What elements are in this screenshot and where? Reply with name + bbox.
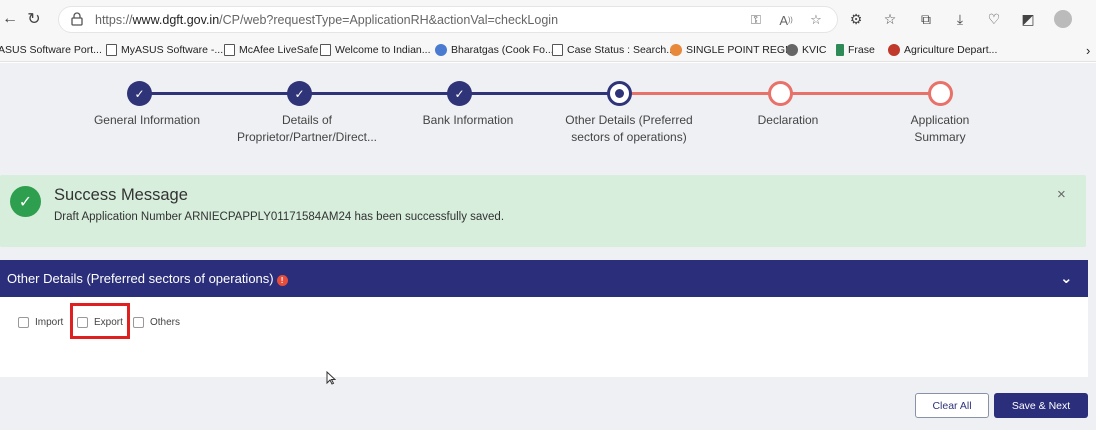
import-checkbox[interactable] <box>18 317 29 328</box>
info-icon[interactable]: ! <box>276 275 288 286</box>
others-checkbox[interactable] <box>133 317 144 328</box>
health-icon[interactable]: ♡ <box>984 9 1004 29</box>
extensions-icon[interactable]: ⚙ <box>846 9 866 29</box>
chevron-right-icon[interactable]: › <box>1086 41 1090 59</box>
step-3-check-icon[interactable]: ✓ <box>447 81 472 106</box>
frase-icon <box>836 44 844 56</box>
bookmark-item[interactable]: KVIC <box>786 41 827 59</box>
favorite-star-icon[interactable]: ☆ <box>807 11 825 29</box>
read-aloud-icon[interactable]: A)) <box>777 11 795 29</box>
bookmark-item[interactable]: McAfee LiveSafe <box>224 41 318 59</box>
page-icon <box>224 44 235 56</box>
stepper-line-done <box>139 92 621 95</box>
alert-title: Success Message <box>54 186 188 204</box>
chevron-down-icon[interactable]: ⌄ <box>1060 269 1073 287</box>
emblem-icon <box>670 44 682 56</box>
refresh-icon[interactable]: ↻ <box>24 9 44 29</box>
page-icon <box>320 44 331 56</box>
step-2-check-icon[interactable]: ✓ <box>287 81 312 106</box>
alert-message: Draft Application Number ARNIECPAPPLY011… <box>54 211 505 223</box>
lock-icon[interactable] <box>71 12 87 28</box>
step-4-current-icon[interactable] <box>607 81 632 106</box>
url-text[interactable]: https://www.dgft.gov.in/CP/web?requestTy… <box>95 13 558 27</box>
profile-avatar[interactable] <box>1054 10 1072 28</box>
back-icon[interactable]: ← <box>0 9 20 29</box>
success-check-icon: ✓ <box>10 186 41 217</box>
section-body: Import Export Others <box>0 297 1088 377</box>
favorites-icon[interactable]: ☆ <box>880 9 900 29</box>
bookmark-item[interactable]: SINGLE POINT REGI... <box>670 41 797 59</box>
progress-stepper: ✓ ✓ ✓ General Information Details of Pro… <box>0 63 1096 171</box>
clear-all-button[interactable]: Clear All <box>915 393 989 418</box>
kvic-icon <box>786 44 798 56</box>
success-alert: ✓ Success Message Draft Application Numb… <box>0 175 1086 247</box>
close-icon[interactable]: × <box>1057 186 1066 203</box>
step-label: Other Details (Preferred sectors of oper… <box>565 113 693 144</box>
bookmark-item[interactable]: Frase <box>836 41 875 59</box>
page-content: ✓ ✓ ✓ General Information Details of Pro… <box>0 63 1096 430</box>
bookmark-item[interactable]: Agriculture Depart... <box>888 41 997 59</box>
step-label: Declaration <box>757 113 819 127</box>
bookmark-item[interactable]: Case Status : Search... <box>552 41 675 59</box>
emblem-icon <box>888 44 900 56</box>
section-title-wrap: Other Details (Preferred sectors of oper… <box>7 271 288 286</box>
page-icon <box>106 44 117 56</box>
page-icon <box>552 44 563 56</box>
bookmarks-bar: ASUS Software Port... MyASUS Software -.… <box>0 38 1096 62</box>
copilot-icon[interactable]: ◩ <box>1018 9 1038 29</box>
bookmark-item[interactable]: Welcome to Indian... <box>320 41 431 59</box>
section-title: Other Details (Preferred sectors of oper… <box>7 271 274 286</box>
export-highlight-box <box>70 303 130 339</box>
globe-icon <box>435 44 447 56</box>
browser-toolbar: ← ↻ https://www.dgft.gov.in/CP/web?reque… <box>0 0 1096 38</box>
mouse-cursor-icon <box>326 370 337 388</box>
step-1-check-icon[interactable]: ✓ <box>127 81 152 106</box>
step-6-pending-icon <box>928 81 953 106</box>
key-icon[interactable]: ⚿ <box>747 11 765 29</box>
step-label: Details of Proprietor/Partner/Direct... <box>236 113 378 144</box>
step-label: General Information <box>93 113 201 127</box>
step-5-pending-icon <box>768 81 793 106</box>
address-bar[interactable]: https://www.dgft.gov.in/CP/web?requestTy… <box>58 6 838 33</box>
section-header[interactable]: Other Details (Preferred sectors of oper… <box>0 260 1088 297</box>
save-next-button[interactable]: Save & Next <box>994 393 1088 418</box>
import-option[interactable]: Import <box>18 317 63 328</box>
others-option[interactable]: Others <box>133 317 180 328</box>
download-icon[interactable]: ⤓ <box>950 9 970 29</box>
collections-icon[interactable]: ⧉ <box>916 9 936 29</box>
step-label: Bank Information <box>422 113 514 127</box>
bookmark-item[interactable]: ASUS Software Port... <box>0 41 102 59</box>
step-label: Application Summary <box>910 113 970 144</box>
bookmark-item[interactable]: MyASUS Software -... <box>106 41 223 59</box>
bookmark-item[interactable]: Bharatgas (Cook Fo... <box>435 41 554 59</box>
